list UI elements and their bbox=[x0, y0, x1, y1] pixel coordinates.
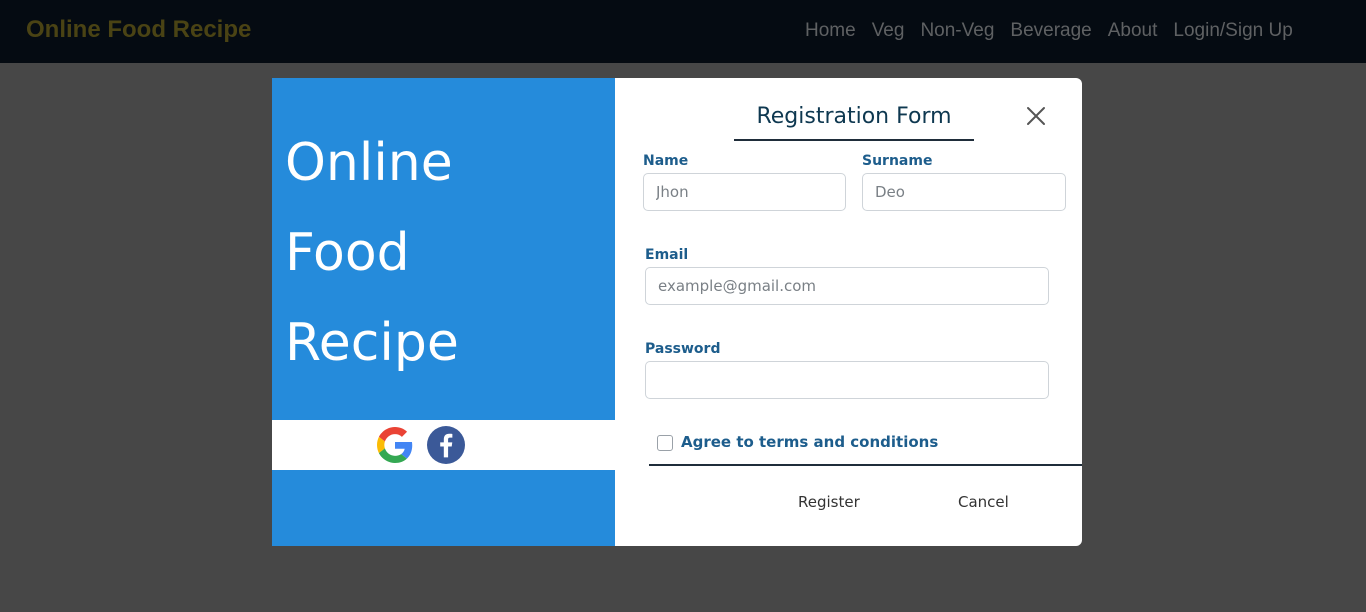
terms-label[interactable]: Agree to terms and conditions bbox=[681, 433, 938, 451]
hero-line-online: Online bbox=[285, 133, 453, 193]
nav-link-beverage[interactable]: Beverage bbox=[1010, 20, 1091, 42]
surname-input[interactable] bbox=[862, 173, 1066, 211]
hero-line-recipe: Recipe bbox=[285, 313, 459, 373]
nav-link-about[interactable]: About bbox=[1108, 20, 1158, 42]
email-label: Email bbox=[645, 247, 689, 263]
password-input[interactable] bbox=[645, 361, 1049, 399]
hero-title: Online Food Recipe bbox=[285, 118, 459, 388]
hero-line-food: Food bbox=[285, 223, 410, 283]
brand-panel: Online Food Recipe bbox=[272, 78, 615, 546]
email-input[interactable] bbox=[645, 267, 1049, 305]
nav-link-login-signup[interactable]: Login/Sign Up bbox=[1173, 20, 1292, 42]
register-button[interactable]: Register bbox=[798, 493, 860, 511]
facebook-icon[interactable] bbox=[427, 426, 465, 464]
terms-checkbox[interactable] bbox=[657, 435, 673, 451]
registration-modal: Online Food Recipe Registration Form Nam… bbox=[272, 78, 1082, 546]
title-underline bbox=[734, 139, 974, 141]
social-login-strip bbox=[272, 420, 615, 470]
google-icon[interactable] bbox=[377, 427, 413, 463]
nav-link-non-veg[interactable]: Non-Veg bbox=[920, 20, 994, 42]
brand-logo[interactable]: Online Food Recipe bbox=[26, 16, 251, 44]
password-label: Password bbox=[645, 341, 721, 357]
nav-link-home[interactable]: Home bbox=[805, 20, 856, 42]
surname-label: Surname bbox=[862, 153, 933, 169]
terms-divider bbox=[649, 464, 1082, 466]
close-icon[interactable] bbox=[1024, 104, 1048, 128]
nav-links: Home Veg Non-Veg Beverage About Login/Si… bbox=[805, 20, 1309, 42]
form-title: Registration Form bbox=[756, 104, 952, 129]
nav-link-veg[interactable]: Veg bbox=[872, 20, 905, 42]
navbar: Online Food Recipe Home Veg Non-Veg Beve… bbox=[0, 0, 1366, 63]
name-label: Name bbox=[643, 153, 689, 169]
cancel-button[interactable]: Cancel bbox=[958, 493, 1009, 511]
name-input[interactable] bbox=[643, 173, 846, 211]
